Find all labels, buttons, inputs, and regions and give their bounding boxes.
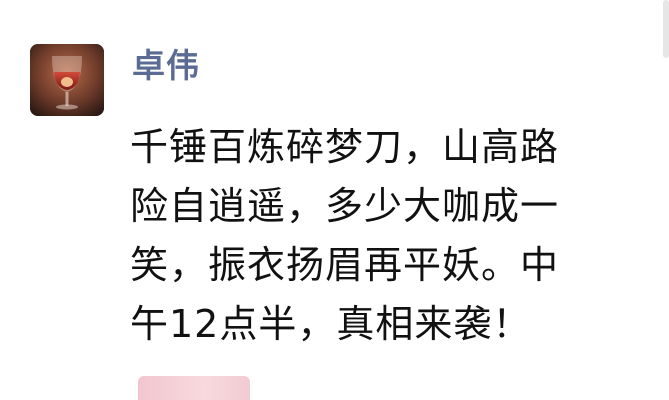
- scrollbar[interactable]: [663, 0, 669, 58]
- post-text-line: 笑，振衣扬眉再平妖。中: [130, 243, 560, 287]
- next-post-image[interactable]: [138, 376, 250, 400]
- post-text-line: 千锤百炼碎梦刀，山高路: [130, 125, 560, 169]
- author-name[interactable]: 卓伟: [132, 46, 200, 86]
- post-text-line: 险自逍遥，多少大咖成一: [130, 184, 560, 228]
- wine-glass-avatar-icon: [30, 44, 104, 116]
- next-post-text-cutoff: [258, 378, 638, 400]
- post-text: 千锤百炼碎梦刀，山高路 险自逍遥，多少大咖成一 笑，振衣扬眉再平妖。中 午12点…: [130, 118, 640, 354]
- post-text-line: 午12点半，真相来袭！: [130, 302, 532, 346]
- moments-feed: 卓伟 千锤百炼碎梦刀，山高路 险自逍遥，多少大咖成一 笑，振衣扬眉再平妖。中 午…: [0, 0, 669, 400]
- author-avatar[interactable]: [30, 44, 104, 116]
